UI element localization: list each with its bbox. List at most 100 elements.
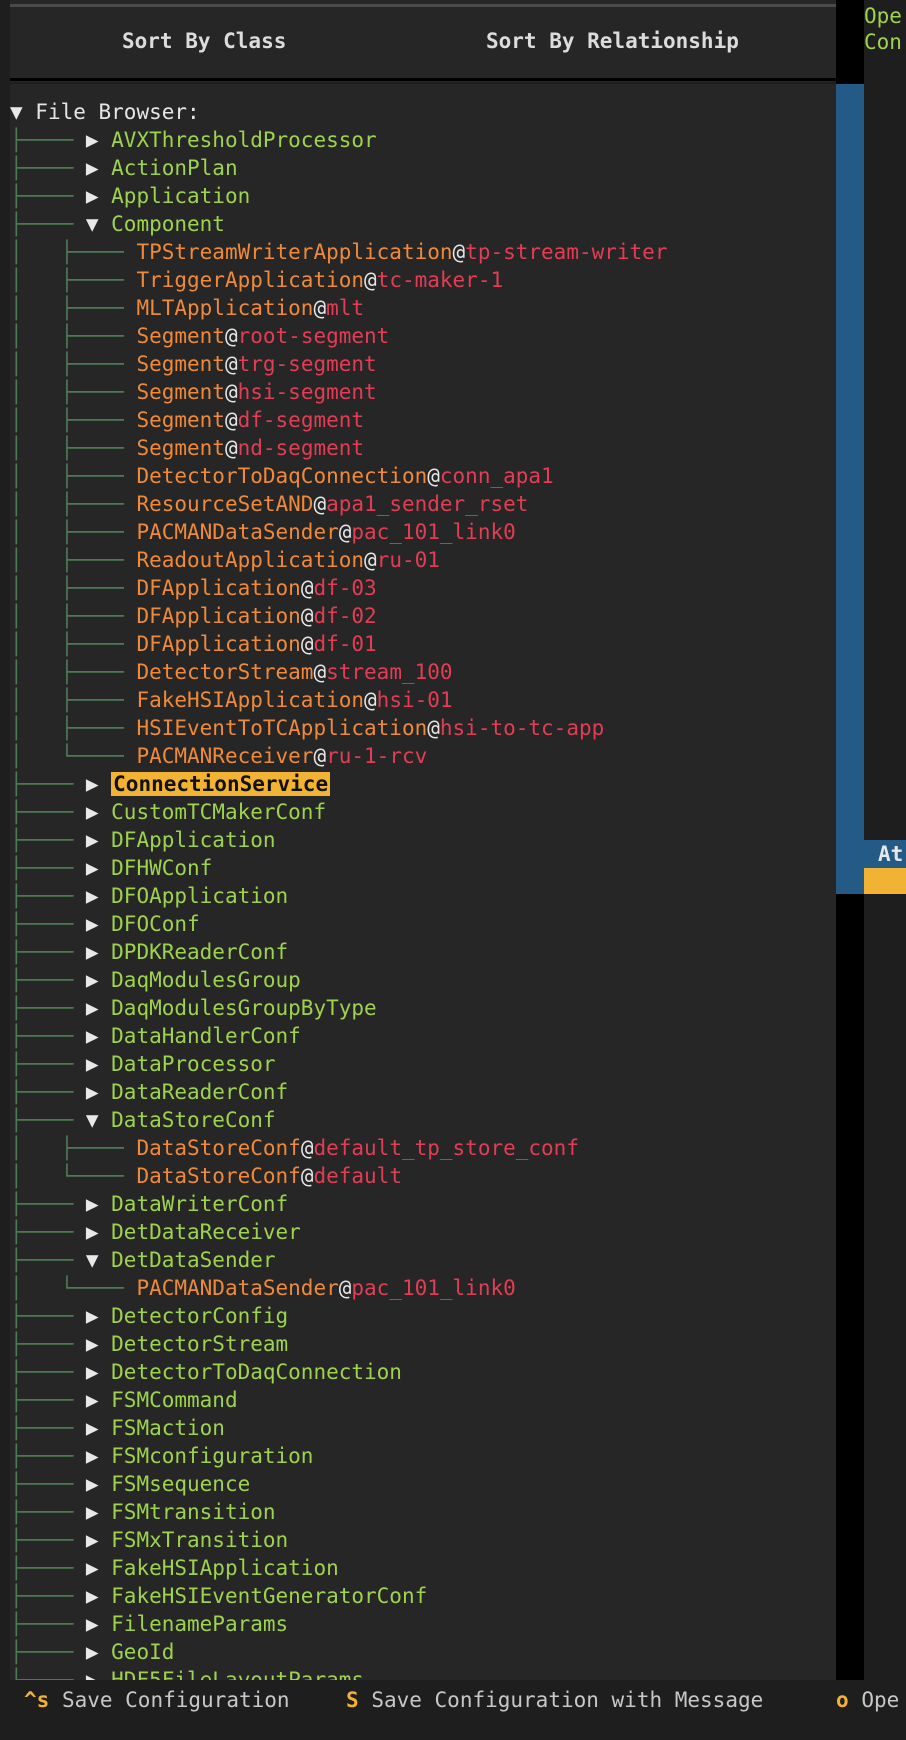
tree-class-label[interactable]: DataStoreConf bbox=[111, 1108, 275, 1132]
tree-class-node[interactable]: ├──── ▶ DaqModulesGroup bbox=[10, 966, 301, 994]
tree-class-node[interactable]: ├──── ▶ GeoId bbox=[10, 1638, 174, 1666]
expand-arrow-icon[interactable]: ▶ bbox=[86, 1500, 111, 1524]
tree-class-label[interactable]: DaqModulesGroup bbox=[111, 968, 301, 992]
tree-object-node[interactable]: │ ├──── DataStoreConf@default_tp_store_c… bbox=[10, 1134, 579, 1162]
save-configuration-with-message-binding[interactable]: S Save Configuration with Message bbox=[346, 1686, 763, 1714]
tree-class-label[interactable]: DFApplication bbox=[111, 828, 275, 852]
expand-arrow-icon[interactable]: ▶ bbox=[86, 1640, 111, 1664]
tree-class-label[interactable]: FSMaction bbox=[111, 1416, 225, 1440]
expand-arrow-icon[interactable]: ▶ bbox=[86, 184, 111, 208]
tree-class-label[interactable]: FakeHSIEventGeneratorConf bbox=[111, 1584, 427, 1608]
tree-object-node[interactable]: │ └──── DataStoreConf@default bbox=[10, 1162, 402, 1190]
tree-object-node[interactable]: │ ├──── HSIEventToTCApplication@hsi-to-t… bbox=[10, 714, 604, 742]
tree-class-label[interactable]: DetDataReceiver bbox=[111, 1220, 301, 1244]
expand-arrow-icon[interactable]: ▶ bbox=[86, 1612, 111, 1636]
tree-class-node[interactable]: ├──── ▶ FSMCommand bbox=[10, 1386, 238, 1414]
expand-arrow-icon[interactable]: ▶ bbox=[86, 1416, 111, 1440]
tree-object-node[interactable]: │ ├──── MLTApplication@mlt bbox=[10, 294, 364, 322]
tree-class-label[interactable]: ActionPlan bbox=[111, 156, 237, 180]
tree-class-label[interactable]: FSMxTransition bbox=[111, 1528, 288, 1552]
open-binding[interactable]: o Ope bbox=[836, 1686, 899, 1714]
tree-object-link[interactable]: Segment@df-segment bbox=[136, 408, 364, 432]
expand-arrow-icon[interactable]: ▶ bbox=[86, 912, 111, 936]
tree-class-node[interactable]: ├──── ▶ DFApplication bbox=[10, 826, 276, 854]
tree-object-node[interactable]: │ ├──── DetectorStream@stream_100 bbox=[10, 658, 453, 686]
tree-object-link[interactable]: DFApplication@df-01 bbox=[136, 632, 376, 656]
tree-class-node[interactable]: ├──── ▼ Component bbox=[10, 210, 225, 238]
tab-sort-by-relationship[interactable]: Sort By Relationship bbox=[486, 26, 739, 56]
tree-object-link[interactable]: DataStoreConf@default bbox=[136, 1164, 402, 1188]
expand-arrow-icon[interactable]: ▶ bbox=[86, 996, 111, 1020]
tree-class-node[interactable]: ├──── ▶ FSMsequence bbox=[10, 1470, 250, 1498]
tree-object-link[interactable]: TriggerApplication@tc-maker-1 bbox=[136, 268, 503, 292]
tree-object-node[interactable]: │ ├──── FakeHSIApplication@hsi-01 bbox=[10, 686, 453, 714]
tree-class-node[interactable]: ├──── ▶ CustomTCMakerConf bbox=[10, 798, 326, 826]
tree-object-link[interactable]: DFApplication@df-03 bbox=[136, 576, 376, 600]
tree-class-label[interactable]: DataWriterConf bbox=[111, 1192, 288, 1216]
tree-class-label[interactable]: DetectorToDaqConnection bbox=[111, 1360, 402, 1384]
tree-object-node[interactable]: │ ├──── DetectorToDaqConnection@conn_apa… bbox=[10, 462, 554, 490]
tree-root[interactable]: ▼ File Browser: bbox=[10, 98, 200, 126]
tree-class-label[interactable]: DataProcessor bbox=[111, 1052, 275, 1076]
expand-arrow-icon[interactable]: ▶ bbox=[86, 968, 111, 992]
tree-object-node[interactable]: │ ├──── ReadoutApplication@ru-01 bbox=[10, 546, 440, 574]
tree-class-node[interactable]: ├──── ▶ DataWriterConf bbox=[10, 1190, 288, 1218]
expand-arrow-icon[interactable]: ▶ bbox=[86, 1556, 111, 1580]
tree-class-label[interactable]: FSMCommand bbox=[111, 1388, 237, 1412]
tree-class-label[interactable]: DataHandlerConf bbox=[111, 1024, 301, 1048]
expand-arrow-icon[interactable]: ▶ bbox=[86, 1444, 111, 1468]
tree-object-link[interactable]: ResourceSetAND@apa1_sender_rset bbox=[136, 492, 528, 516]
tree-class-node[interactable]: ├──── ▶ DataProcessor bbox=[10, 1050, 276, 1078]
tree-object-node[interactable]: │ ├──── Segment@nd-segment bbox=[10, 434, 364, 462]
collapse-arrow-icon[interactable]: ▼ bbox=[86, 1108, 111, 1132]
tree-class-label[interactable]: GeoId bbox=[111, 1640, 174, 1664]
tree-class-label[interactable]: DFOApplication bbox=[111, 884, 288, 908]
tree-class-node[interactable]: ├──── ▶ AVXThresholdProcessor bbox=[10, 126, 377, 154]
tree-class-node[interactable]: ├──── ▶ DataReaderConf bbox=[10, 1078, 288, 1106]
tree-class-node[interactable]: ├──── ▶ ConnectionService bbox=[10, 770, 331, 798]
tree-class-node[interactable]: ├──── ▶ DFOConf bbox=[10, 910, 200, 938]
tree-class-node[interactable]: ├──── ▶ DetectorConfig bbox=[10, 1302, 288, 1330]
tree-class-node[interactable]: ├──── ▶ DataHandlerConf bbox=[10, 1022, 301, 1050]
expand-arrow-icon[interactable]: ▶ bbox=[86, 828, 111, 852]
tree-class-label[interactable]: FilenameParams bbox=[111, 1612, 288, 1636]
tree-class-label[interactable]: Component bbox=[111, 212, 225, 236]
expand-arrow-icon[interactable]: ▶ bbox=[86, 856, 111, 880]
tree-object-node[interactable]: │ ├──── TPStreamWriterApplication@tp-str… bbox=[10, 238, 667, 266]
tree-object-node[interactable]: │ ├──── Segment@root-segment bbox=[10, 322, 389, 350]
tree-class-label[interactable]: AVXThresholdProcessor bbox=[111, 128, 377, 152]
tree-class-label[interactable]: FSMtransition bbox=[111, 1500, 275, 1524]
save-configuration-binding[interactable]: ^s Save Configuration bbox=[24, 1686, 290, 1714]
tree-class-node[interactable]: ├──── ▶ FSMtransition bbox=[10, 1498, 276, 1526]
tree-class-label[interactable]: DaqModulesGroupByType bbox=[111, 996, 377, 1020]
tree-object-node[interactable]: │ └──── PACMANReceiver@ru-1-rcv bbox=[10, 742, 427, 770]
expand-arrow-icon[interactable]: ▶ bbox=[86, 1528, 111, 1552]
expand-arrow-icon[interactable]: ▶ bbox=[86, 772, 111, 796]
expand-arrow-icon[interactable]: ▶ bbox=[86, 800, 111, 824]
tree-class-node[interactable]: ├──── ▶ DetDataReceiver bbox=[10, 1218, 301, 1246]
expand-arrow-icon[interactable]: ▶ bbox=[86, 1584, 111, 1608]
tree-class-label[interactable]: FSMsequence bbox=[111, 1472, 250, 1496]
tree-object-node[interactable]: │ ├──── PACMANDataSender@pac_101_link0 bbox=[10, 518, 516, 546]
tree-class-node[interactable]: ├──── ▼ DataStoreConf bbox=[10, 1106, 276, 1134]
expand-arrow-icon[interactable]: ▶ bbox=[86, 1332, 111, 1356]
tree-object-node[interactable]: │ ├──── DFApplication@df-03 bbox=[10, 574, 377, 602]
tree-object-node[interactable]: │ ├──── Segment@df-segment bbox=[10, 406, 364, 434]
collapse-arrow-icon[interactable]: ▼ bbox=[86, 212, 111, 236]
collapse-arrow-icon[interactable]: ▼ bbox=[86, 1248, 111, 1272]
tree-object-link[interactable]: DetectorToDaqConnection@conn_apa1 bbox=[136, 464, 553, 488]
tree-object-node[interactable]: │ ├──── DFApplication@df-01 bbox=[10, 630, 377, 658]
tree-object-link[interactable]: DFApplication@df-02 bbox=[136, 604, 376, 628]
tree-object-link[interactable]: FakeHSIApplication@hsi-01 bbox=[136, 688, 452, 712]
tree-object-link[interactable]: PACMANReceiver@ru-1-rcv bbox=[136, 744, 427, 768]
tree-object-link[interactable]: Segment@trg-segment bbox=[136, 352, 376, 376]
expand-arrow-icon[interactable]: ▶ bbox=[86, 128, 111, 152]
expand-arrow-icon[interactable]: ▶ bbox=[86, 1052, 111, 1076]
tree-class-label[interactable]: DPDKReaderConf bbox=[111, 940, 288, 964]
tree-class-node[interactable]: ├──── ▶ FSMxTransition bbox=[10, 1526, 288, 1554]
attributes-selected-row[interactable] bbox=[864, 868, 906, 894]
tree-class-label[interactable]: DataReaderConf bbox=[111, 1080, 288, 1104]
tree-object-node[interactable]: │ ├──── Segment@trg-segment bbox=[10, 350, 377, 378]
tree-object-link[interactable]: Segment@nd-segment bbox=[136, 436, 364, 460]
tree-object-link[interactable]: HSIEventToTCApplication@hsi-to-tc-app bbox=[136, 716, 604, 740]
